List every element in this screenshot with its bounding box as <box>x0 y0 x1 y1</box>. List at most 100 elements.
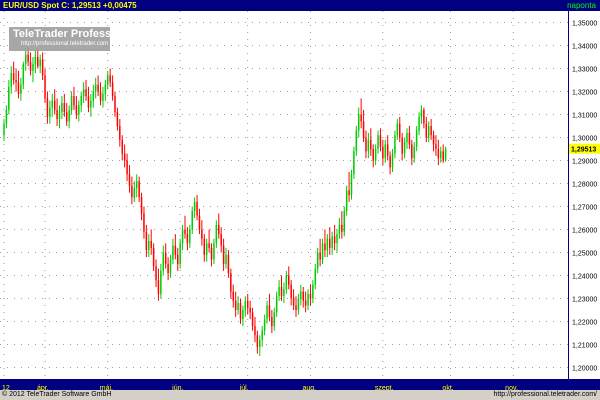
candle-body-down <box>319 252 321 260</box>
candle-body-down <box>85 89 87 97</box>
candle-body-down <box>155 266 157 281</box>
candle-body-up <box>350 174 353 195</box>
candle-body-down <box>432 135 435 145</box>
candle-body-down <box>12 73 15 80</box>
y-tick-label: 1,24000 <box>572 274 597 281</box>
footer-url-link[interactable]: http://professional.teletrader.com/ <box>494 390 598 400</box>
candle-body-down <box>268 305 271 317</box>
y-tick-label: 1,35000 <box>572 21 597 28</box>
candle-body-down <box>288 275 290 285</box>
candle-body-down <box>218 224 220 235</box>
candle-body-up <box>133 188 136 198</box>
candle-body-up <box>316 252 319 269</box>
plot-area[interactable]: TeleTrader Professional http://professio… <box>0 11 569 379</box>
candle-body-down <box>63 103 66 113</box>
candle-body-up <box>135 181 138 189</box>
y-tick-label: 1,22000 <box>572 320 597 327</box>
candle-body-down <box>360 114 362 122</box>
candle-body-up <box>331 236 333 248</box>
candle-body-down <box>246 300 249 308</box>
candle-body-down <box>239 303 242 320</box>
frequency-label[interactable]: naponta <box>567 0 596 11</box>
candle-body-down <box>46 98 49 117</box>
candle-body-down <box>176 254 179 264</box>
candle-body-down <box>348 190 350 195</box>
candle-body-down <box>423 109 425 124</box>
candle-body-up <box>3 123 5 136</box>
candle-body-down <box>382 146 384 159</box>
candle-body-down <box>174 245 177 255</box>
candle-body-up <box>80 96 82 106</box>
candle-body-down <box>271 316 273 327</box>
candle-body-up <box>353 151 355 175</box>
candle-body-down <box>27 54 29 62</box>
candle-body-down <box>208 243 210 248</box>
candle-body-up <box>261 330 263 340</box>
candle-body-down <box>425 123 428 138</box>
candle-body-down <box>201 229 203 239</box>
candle-body-down <box>430 126 432 136</box>
candle-body-up <box>420 109 423 117</box>
candle-body-down <box>232 291 234 301</box>
candle-body-up <box>191 211 193 230</box>
candle-body-up <box>94 84 97 92</box>
candle-body-down <box>341 224 343 232</box>
candle-body-up <box>92 91 95 101</box>
candle-body-up <box>51 100 54 108</box>
candle-body-up <box>5 109 8 124</box>
candle-body-down <box>309 293 312 299</box>
candle-body-up <box>82 89 85 97</box>
chart-header-bar: EUR/USD Spot C: 1,29513 +0,00475 naponta <box>0 0 600 11</box>
candle-body-down <box>75 105 78 115</box>
candlestick-chart[interactable] <box>0 11 568 379</box>
candle-body-down <box>210 247 213 260</box>
candle-body-down <box>97 84 99 92</box>
candle-body-up <box>312 284 314 299</box>
candle-body-down <box>65 112 68 122</box>
candle-body-up <box>244 300 247 310</box>
candle-body-up <box>307 293 309 306</box>
candle-body-up <box>444 148 447 160</box>
candle-body-down <box>203 238 206 255</box>
candle-body-down <box>227 254 230 274</box>
candle-body-up <box>10 73 12 87</box>
candle-body-up <box>160 270 162 294</box>
candle-body-down <box>123 153 126 161</box>
candle-body-up <box>394 135 396 154</box>
candle-body-down <box>114 96 116 113</box>
candle-body-up <box>78 105 80 115</box>
candle-body-down <box>234 300 237 310</box>
candle-body-down <box>116 112 119 126</box>
candle-body-down <box>386 144 389 156</box>
candle-body-up <box>406 132 408 143</box>
candle-body-up <box>418 116 420 131</box>
candle-body-up <box>49 107 51 117</box>
candle-body-up <box>377 135 379 149</box>
candle-body-down <box>295 305 297 310</box>
candle-body-up <box>278 287 280 297</box>
y-axis: 1,20000 1,21000 1,22000 1,23000 1,24000 1,250… <box>569 11 600 379</box>
candle-body-up <box>169 259 172 274</box>
candle-body-up <box>162 252 165 271</box>
candle-body-up <box>193 201 196 212</box>
candle-body-down <box>99 91 102 101</box>
y-tick-label: 1,26000 <box>572 228 597 235</box>
candle-body-up <box>148 241 150 251</box>
candle-body-up <box>326 238 329 251</box>
candle-body-down <box>370 139 372 149</box>
candle-body-down <box>126 160 128 175</box>
y-tick-label: 1,20000 <box>572 366 597 373</box>
candle-body-up <box>283 289 285 297</box>
candle-body-up <box>8 86 10 110</box>
candle-body-up <box>22 63 25 85</box>
candle-body-down <box>292 298 295 306</box>
candle-body-down <box>329 238 331 248</box>
candle-body-up <box>374 149 377 161</box>
candle-body-down <box>73 96 75 106</box>
candle-body-up <box>300 291 302 299</box>
candle-body-up <box>225 254 227 264</box>
candle-body-up <box>357 114 360 131</box>
candle-body-down <box>437 149 440 159</box>
candle-body-down <box>167 264 169 274</box>
candle-body-down <box>121 139 123 154</box>
